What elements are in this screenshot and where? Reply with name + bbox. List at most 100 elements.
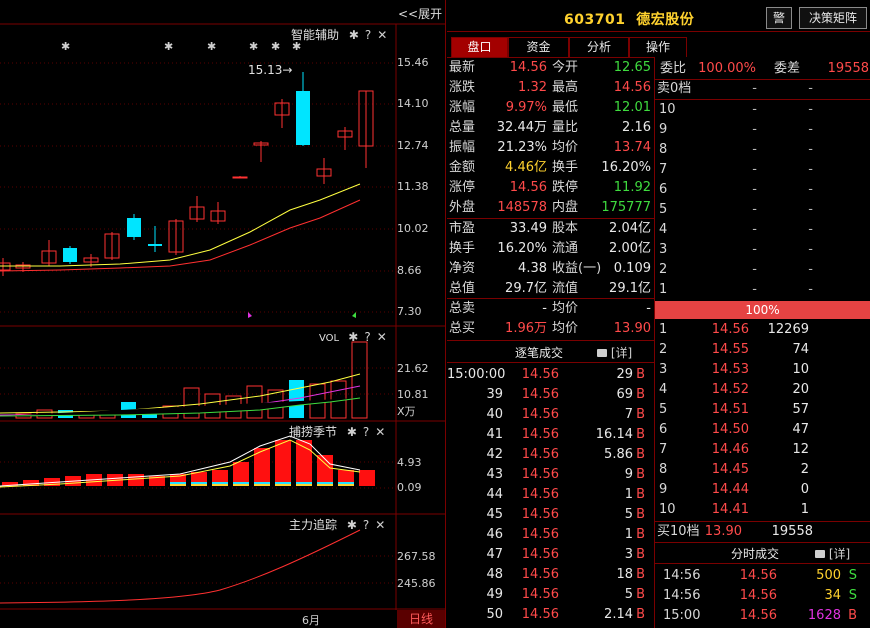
tick-row: 39 14.56 69 B — [447, 385, 653, 405]
quote-value: 14.56 — [613, 80, 651, 95]
sell-level-row[interactable]: 4 - - — [659, 220, 867, 240]
level-index: 1 — [659, 282, 668, 297]
help-icon[interactable]: ? — [365, 28, 371, 42]
tab-order-book[interactable]: 盘口 — [451, 37, 508, 57]
season-bar-accent — [170, 484, 186, 486]
kline-chart-canvas[interactable] — [0, 0, 446, 628]
level-price: - — [752, 282, 757, 297]
season-bar-accent — [254, 482, 270, 484]
tab-funds[interactable]: 资金 — [508, 37, 569, 57]
tick-side: B — [636, 567, 645, 582]
season-bar-accent — [212, 484, 228, 486]
ticks-detail-button[interactable]: [详] — [597, 344, 632, 361]
tick-volume: 1 — [624, 527, 633, 542]
tick-row: 48 14.56 18 B — [447, 565, 653, 585]
decision-matrix-button[interactable]: 决策矩阵 — [799, 7, 867, 29]
quote-value: 14.56 — [509, 60, 547, 75]
close-icon[interactable]: ✕ — [377, 330, 387, 344]
season-bar-accent — [275, 482, 291, 484]
tick-volume: 5 — [624, 507, 633, 522]
tick-side: B — [636, 447, 645, 462]
expand-button[interactable]: <<展开 — [398, 5, 442, 22]
buy-level-row[interactable]: 7 14.46 12 — [659, 440, 867, 460]
quote-label: 股本 — [552, 221, 579, 236]
quote-row: 换手 16.20% 流通 2.00亿 — [449, 239, 653, 259]
sell-level-row[interactable]: 7 - - — [659, 160, 867, 180]
gear-icon[interactable]: ✱ — [347, 425, 357, 439]
quote-value: 13.74 — [613, 140, 651, 155]
ma-fast-line — [0, 183, 361, 267]
buy-level-row[interactable]: 4 14.52 20 — [659, 380, 867, 400]
tick-row: 41 14.56 16.14 B — [447, 425, 653, 445]
level-volume: 74 — [792, 342, 809, 357]
close-icon[interactable]: ✕ — [377, 28, 387, 42]
buy-level-row[interactable]: 2 14.55 74 — [659, 340, 867, 360]
quote-row: 总量 32.44万 量比 2.16 — [449, 118, 653, 138]
tick-time: 42 — [486, 447, 503, 462]
season-bar-accent — [254, 484, 270, 486]
minute-tick-price: 14.56 — [739, 588, 777, 603]
panel-title-text: 主力追踪 — [289, 518, 338, 532]
quote-row: 外盘 148578 内盘 175777 — [449, 198, 653, 218]
help-icon[interactable]: ? — [363, 518, 369, 532]
tick-price: 14.56 — [521, 587, 559, 602]
kline-chart-area[interactable]: <<展开 智能辅助 ✱? ✕ VOL ✱? ✕ 捕捞季节 ✱? ✕ 主力追踪 ✱? ✕ … — [0, 0, 446, 628]
minute-tick-time: 14:56 — [663, 588, 701, 603]
sell-level-row[interactable]: 8 - - — [659, 140, 867, 160]
buy-level-row[interactable]: 6 14.50 47 — [659, 420, 867, 440]
tick-time: 48 — [486, 567, 503, 582]
season-bar-accent — [191, 484, 207, 486]
buy-level-row[interactable]: 5 14.51 57 — [659, 400, 867, 420]
sell-level-row[interactable]: 1 - - — [659, 280, 867, 300]
sell-level-row[interactable]: 5 - - — [659, 200, 867, 220]
minute-tick-row: 14:56 14.56 500 S — [659, 566, 867, 586]
help-icon[interactable]: ? — [364, 330, 370, 344]
month-label: 6月 — [302, 614, 320, 627]
gear-icon[interactable]: ✱ — [347, 518, 357, 532]
close-icon[interactable]: ✕ — [375, 518, 385, 532]
sell-level-row[interactable]: 9 - - — [659, 120, 867, 140]
level-price: 14.51 — [711, 402, 749, 417]
alert-button[interactable]: 警 — [766, 7, 792, 29]
minute-detail-button[interactable]: [详] — [815, 545, 850, 562]
sell-level-row[interactable]: 10 - - — [659, 100, 867, 120]
buy-footer-price: 13.90 — [704, 524, 742, 539]
tab-operate[interactable]: 操作 — [629, 37, 687, 57]
candle-body — [127, 218, 141, 237]
tick-side: B — [636, 587, 645, 602]
quote-value: 16.20% — [497, 241, 547, 256]
tick-side: B — [636, 487, 645, 502]
season-axis-label: 0.09 — [397, 481, 422, 494]
level-index: 9 — [659, 122, 668, 137]
gear-icon[interactable]: ✱ — [349, 28, 359, 42]
level-volume: - — [808, 102, 813, 117]
sell-level-row[interactable]: 3 - - — [659, 240, 867, 260]
season-bar-accent — [317, 484, 333, 486]
buy-level-row[interactable]: 3 14.53 10 — [659, 360, 867, 380]
tab-analysis[interactable]: 分析 — [569, 37, 629, 57]
quote-value: 175777 — [601, 200, 651, 215]
buy-level-row[interactable]: 8 14.45 2 — [659, 460, 867, 480]
period-tab-daily[interactable]: 日线 — [397, 610, 445, 628]
vol-axis-label: 10.81 — [397, 388, 429, 401]
tick-price: 14.56 — [521, 387, 559, 402]
sell-level-row[interactable]: 2 - - — [659, 260, 867, 280]
quote-label: 总卖 — [449, 301, 476, 316]
candle-body — [63, 248, 77, 262]
level-index: 8 — [659, 142, 668, 157]
stock-title: 603701 德宏股份 — [564, 9, 694, 29]
buy-level-row[interactable]: 10 14.41 1 — [659, 500, 867, 520]
buy-level-row[interactable]: 9 14.44 0 — [659, 480, 867, 500]
sell-level-row[interactable]: 6 - - — [659, 180, 867, 200]
help-icon[interactable]: ? — [363, 425, 369, 439]
minute-tick-volume: 500 — [816, 568, 841, 583]
tick-side: B — [636, 607, 645, 622]
level-volume: 47 — [792, 422, 809, 437]
high-price-annotation: 15.13→ — [248, 63, 293, 77]
quote-value: - — [646, 301, 651, 316]
quote-value: 1.32 — [518, 80, 547, 95]
close-icon[interactable]: ✕ — [375, 425, 385, 439]
gear-icon[interactable]: ✱ — [348, 330, 358, 344]
buy-level-row[interactable]: 1 14.56 12269 — [659, 320, 867, 340]
level-index: 5 — [659, 402, 668, 417]
